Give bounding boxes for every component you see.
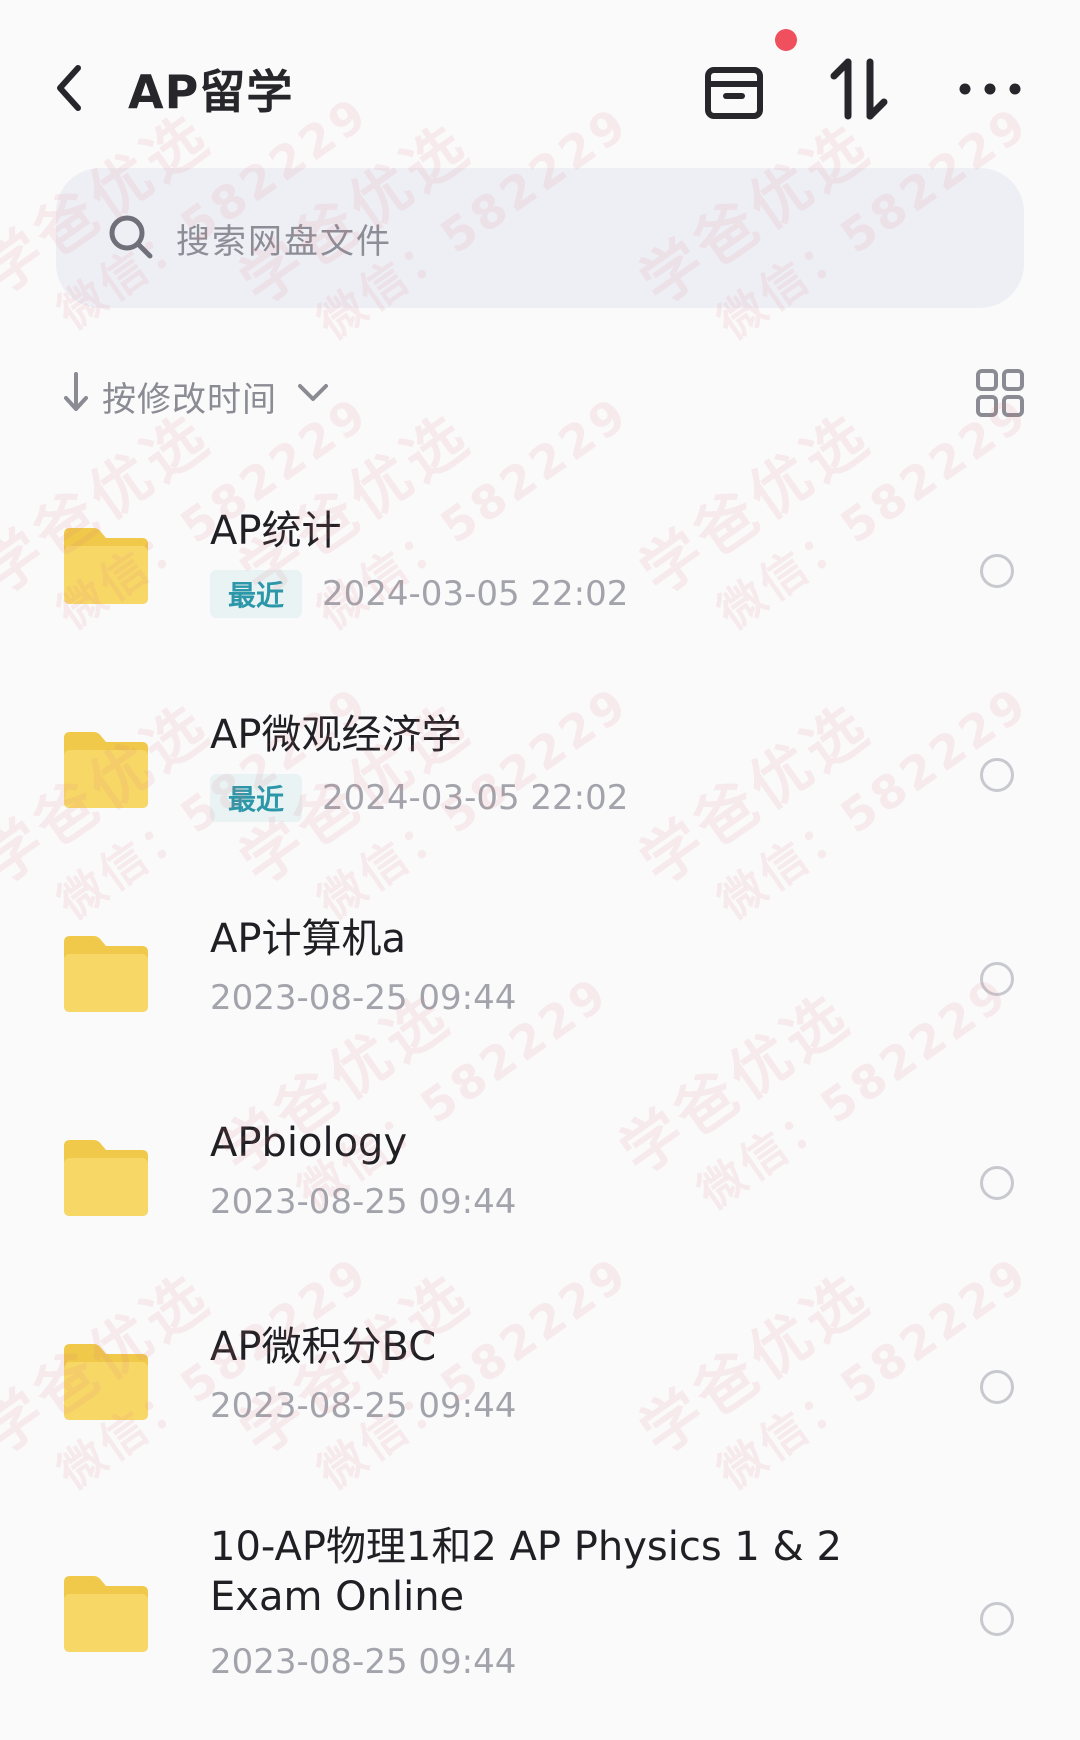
file-name: AP微观经济学 xyxy=(210,712,462,758)
sort-button[interactable] xyxy=(826,54,896,124)
search-placeholder: 搜索网盘文件 xyxy=(176,222,392,262)
file-row[interactable]: AP计算机a 2023-08-25 09:44 xyxy=(0,878,1080,1082)
archive-button[interactable] xyxy=(700,54,770,124)
select-radio[interactable] xyxy=(980,1370,1014,1404)
file-date: 2024-03-05 22:02 xyxy=(322,574,629,614)
file-meta: 2023-08-25 09:44 xyxy=(210,978,516,1018)
file-meta: 最近 2024-03-05 22:02 xyxy=(210,774,628,822)
folder-icon xyxy=(64,1344,148,1420)
select-radio[interactable] xyxy=(980,554,1014,588)
top-bar: AP留学 xyxy=(0,0,1080,170)
file-date: 2023-08-25 09:44 xyxy=(210,978,517,1018)
select-radio[interactable] xyxy=(980,962,1014,996)
file-row[interactable]: AP微积分BC 2023-08-25 09:44 xyxy=(0,1286,1080,1490)
chevron-left-icon xyxy=(57,65,81,111)
file-meta: 2023-08-25 09:44 xyxy=(210,1642,516,1682)
file-name: AP微积分BC xyxy=(210,1324,437,1370)
more-dots-icon xyxy=(959,83,1021,95)
file-date: 2023-08-25 09:44 xyxy=(210,1182,517,1222)
file-name: 10-AP物理1和2 AP Physics 1 & 2 Exam Online xyxy=(210,1524,842,1620)
file-row[interactable]: APbiology 2023-08-25 09:44 xyxy=(0,1082,1080,1286)
recent-badge: 最近 xyxy=(210,774,303,822)
chevron-down-icon xyxy=(298,384,328,401)
select-radio[interactable] xyxy=(980,758,1014,792)
sort-arrows-icon xyxy=(830,58,888,120)
search-icon xyxy=(109,215,153,259)
file-meta: 2023-08-25 09:44 xyxy=(210,1386,516,1426)
file-meta: 2023-08-25 09:44 xyxy=(210,1182,516,1222)
search-input[interactable]: 搜索网盘文件 xyxy=(56,168,1024,308)
file-name: AP计算机a xyxy=(210,916,406,962)
folder-icon xyxy=(64,528,148,604)
grid-view-icon xyxy=(976,369,1024,417)
folder-icon xyxy=(64,1140,148,1216)
sort-label: 按修改时间 xyxy=(102,380,277,420)
notification-dot xyxy=(775,29,797,51)
folder-icon xyxy=(64,936,148,1012)
file-row[interactable]: AP统计 最近 2024-03-05 22:02 xyxy=(0,470,1080,674)
more-button[interactable] xyxy=(955,54,1025,124)
grid-view-toggle[interactable] xyxy=(975,368,1025,418)
select-radio[interactable] xyxy=(980,1602,1014,1636)
arrow-down-icon xyxy=(64,372,88,411)
recent-badge: 最近 xyxy=(210,570,303,618)
page-title: AP留学 xyxy=(128,65,294,119)
file-date: 2023-08-25 09:44 xyxy=(210,1386,517,1426)
folder-icon xyxy=(64,732,148,808)
file-date: 2024-03-05 22:02 xyxy=(322,778,629,818)
file-name: AP统计 xyxy=(210,508,342,554)
back-button[interactable] xyxy=(48,58,98,118)
file-row[interactable]: 10-AP物理1和2 AP Physics 1 & 2 Exam Online … xyxy=(0,1490,1080,1740)
file-meta: 最近 2024-03-05 22:02 xyxy=(210,570,628,618)
sort-order-dropdown[interactable]: 按修改时间 xyxy=(56,362,356,422)
folder-icon xyxy=(64,1576,148,1652)
file-row[interactable]: AP微观经济学 最近 2024-03-05 22:02 xyxy=(0,674,1080,878)
file-name: APbiology xyxy=(210,1120,408,1166)
archive-box-icon xyxy=(705,67,763,119)
select-radio[interactable] xyxy=(980,1166,1014,1200)
file-date: 2023-08-25 09:44 xyxy=(210,1642,517,1682)
